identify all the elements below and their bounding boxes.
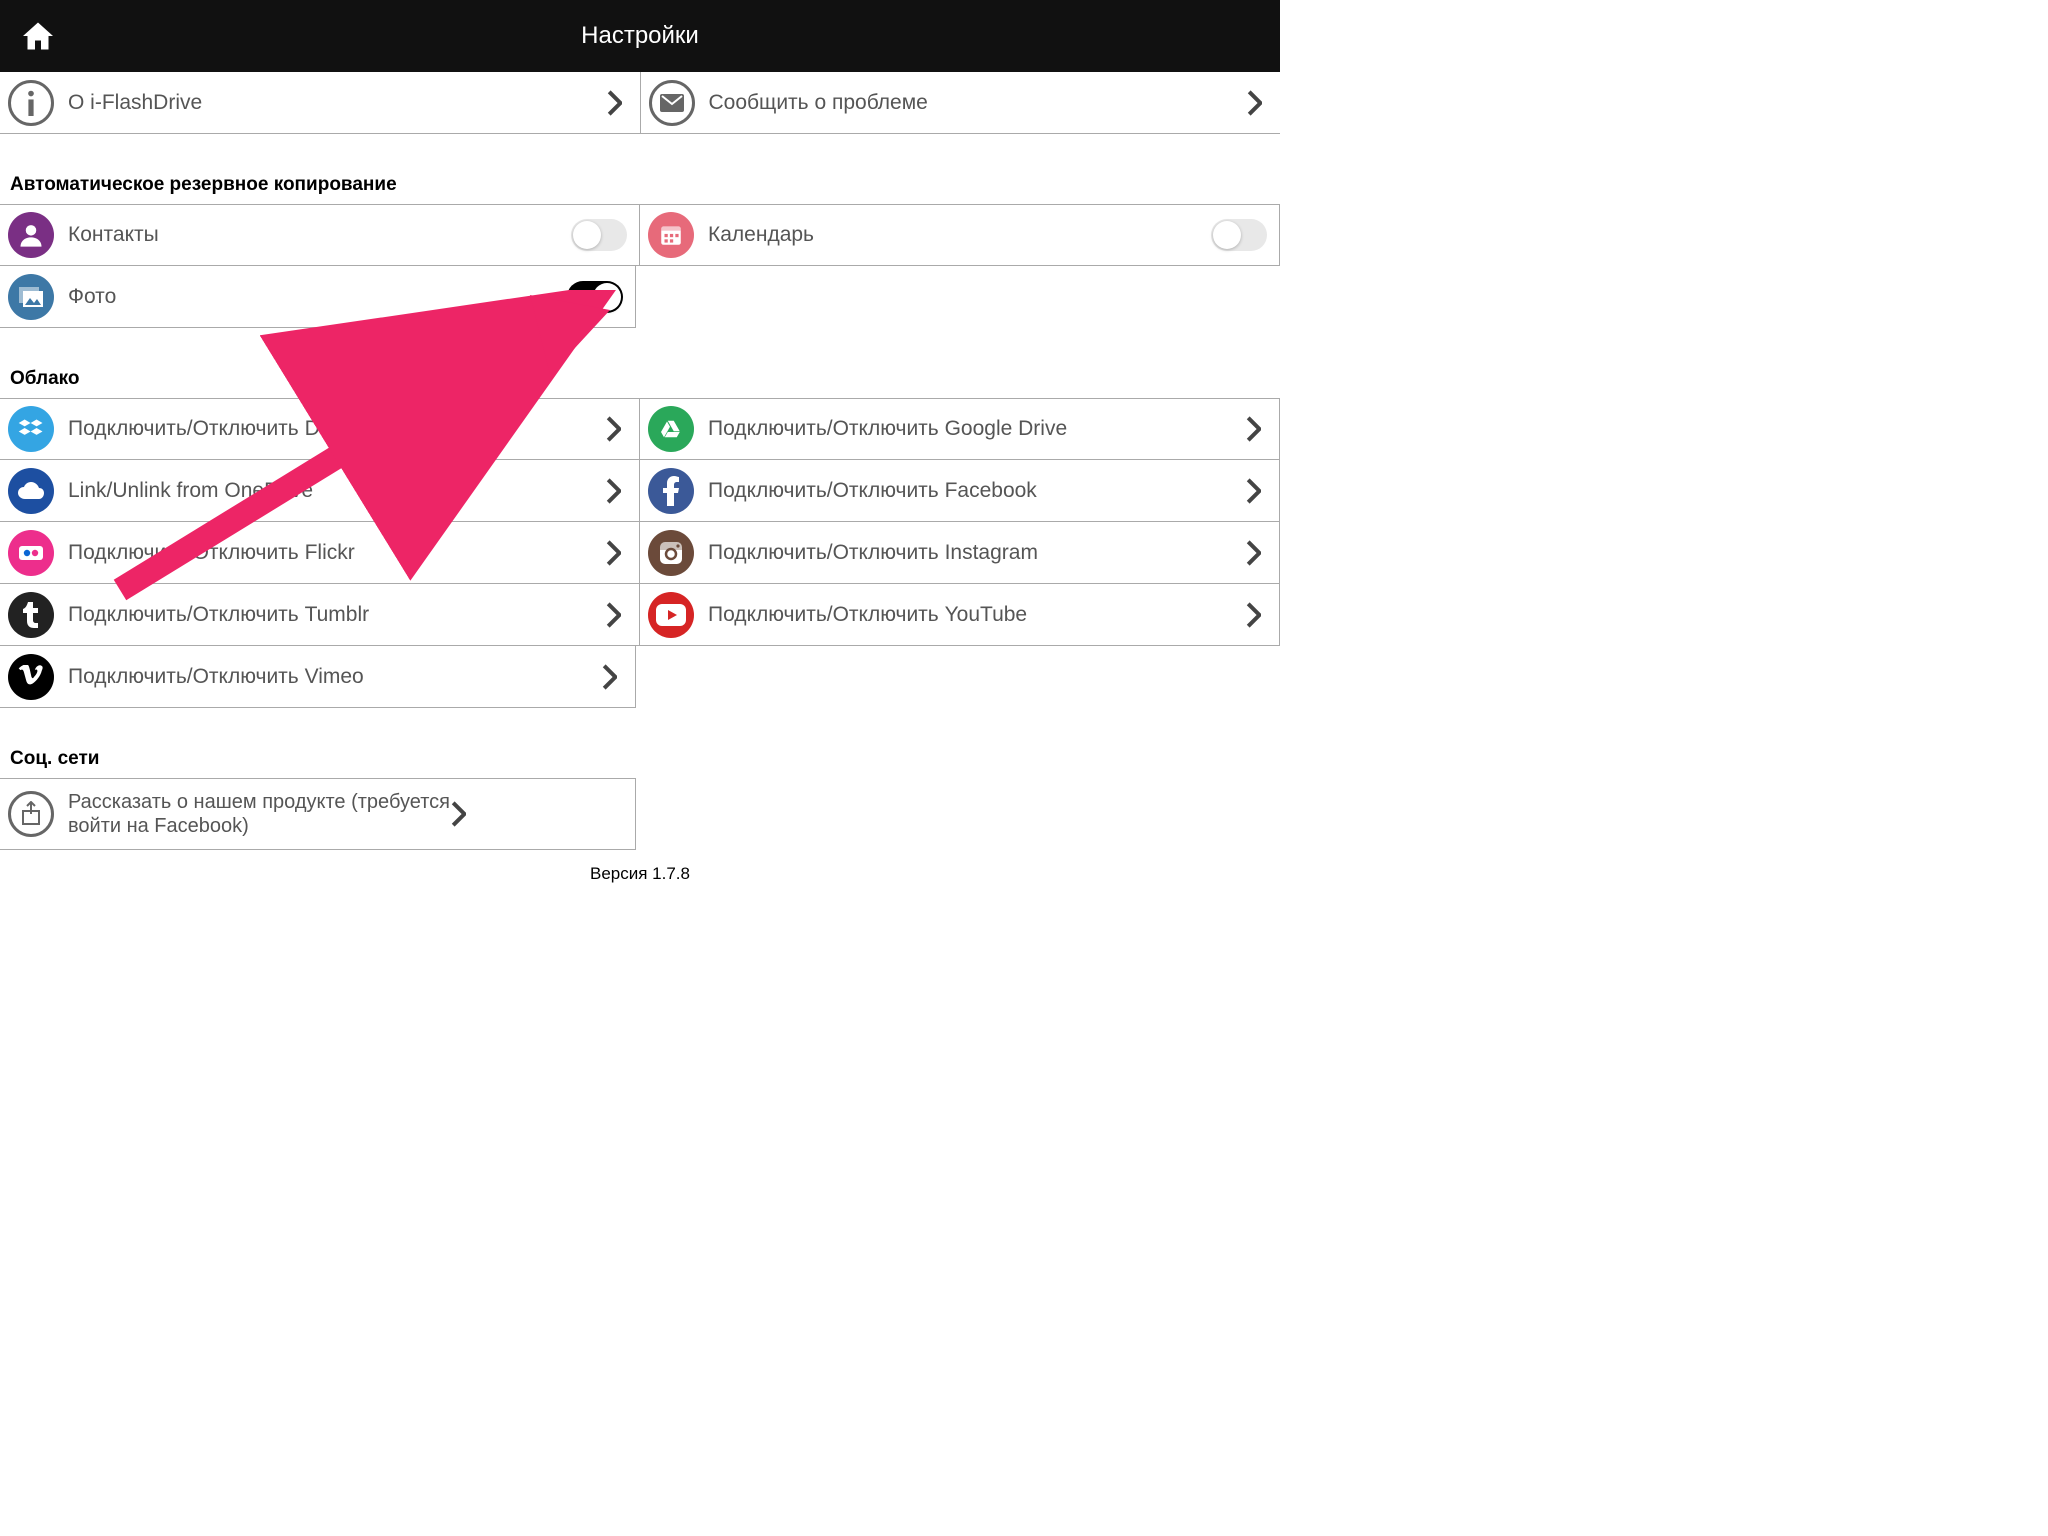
chevron-right-icon: [605, 416, 625, 442]
vimeo-label: Подключить/Отключить Vimeo: [68, 665, 601, 689]
onedrive-icon: [8, 468, 54, 514]
chevron-right-icon: [450, 801, 470, 827]
chevron-right-icon: [1245, 540, 1265, 566]
cloud-youtube-row[interactable]: Подключить/Отключить YouTube: [640, 584, 1280, 646]
chevron-right-icon: [605, 478, 625, 504]
home-button[interactable]: [20, 18, 56, 54]
cloud-tumblr-row[interactable]: Подключить/Отключить Tumblr: [0, 584, 640, 646]
photo-icon: [8, 274, 54, 320]
about-label: О i-FlashDrive: [68, 91, 606, 115]
backup-calendar-row[interactable]: Календарь: [640, 204, 1280, 266]
cloud-onedrive-row[interactable]: Link/Unlink from OneDrive: [0, 460, 640, 522]
flickr-icon: [8, 530, 54, 576]
mail-icon: [649, 80, 695, 126]
vimeo-icon: [8, 654, 54, 700]
facebook-icon: [648, 468, 694, 514]
youtube-label: Подключить/Отключить YouTube: [708, 603, 1245, 627]
facebook-label: Подключить/Отключить Facebook: [708, 479, 1245, 503]
photo-label: Фото: [68, 285, 567, 309]
report-label: Сообщить о проблеме: [709, 91, 1247, 115]
chevron-right-icon: [605, 602, 625, 628]
contacts-toggle[interactable]: [571, 219, 627, 251]
version-label: Версия 1.7.8: [0, 864, 1280, 884]
dropbox-icon: [8, 406, 54, 452]
about-row[interactable]: О i-FlashDrive: [0, 72, 641, 134]
cloud-heading: Облако: [0, 328, 1280, 398]
backup-photo-row[interactable]: Фото: [0, 266, 636, 328]
backup-heading: Автоматическое резервное копирование: [0, 134, 1280, 204]
cloud-vimeo-row[interactable]: Подключить/Отключить Vimeo: [0, 646, 636, 708]
instagram-label: Подключить/Отключить Instagram: [708, 541, 1245, 565]
chevron-right-icon: [606, 90, 626, 116]
header-bar: Настройки: [0, 0, 1280, 72]
instagram-icon: [648, 530, 694, 576]
share-product-row[interactable]: Рассказать о нашем продукте (требуется в…: [0, 778, 636, 850]
contacts-icon: [8, 212, 54, 258]
chevron-right-icon: [1245, 602, 1265, 628]
chevron-right-icon: [1246, 90, 1266, 116]
report-problem-row[interactable]: Сообщить о проблеме: [641, 72, 1281, 134]
gdrive-icon: [648, 406, 694, 452]
flickr-label: Подключить/Отключить Flickr: [68, 541, 605, 565]
cloud-gdrive-row[interactable]: Подключить/Отключить Google Drive: [640, 398, 1280, 460]
photo-toggle[interactable]: [567, 281, 623, 313]
chevron-right-icon: [601, 664, 621, 690]
cloud-flickr-row[interactable]: Подключить/Отключить Flickr: [0, 522, 640, 584]
chevron-right-icon: [1245, 416, 1265, 442]
cloud-dropbox-row[interactable]: Подключить/Отключить Dropbox: [0, 398, 640, 460]
info-icon: [8, 80, 54, 126]
tumblr-icon: [8, 592, 54, 638]
chevron-right-icon: [1245, 478, 1265, 504]
gdrive-label: Подключить/Отключить Google Drive: [708, 417, 1245, 441]
page-title: Настройки: [0, 22, 1280, 50]
social-heading: Соц. сети: [0, 708, 1280, 778]
home-icon: [20, 18, 56, 54]
tumblr-label: Подключить/Отключить Tumblr: [68, 603, 605, 627]
contacts-label: Контакты: [68, 223, 571, 247]
calendar-label: Календарь: [708, 223, 1211, 247]
youtube-icon: [648, 592, 694, 638]
calendar-icon: [648, 212, 694, 258]
share-icon: [8, 791, 54, 837]
onedrive-label: Link/Unlink from OneDrive: [68, 479, 605, 503]
share-label: Рассказать о нашем продукте (требуется в…: [68, 790, 450, 838]
backup-contacts-row[interactable]: Контакты: [0, 204, 640, 266]
dropbox-label: Подключить/Отключить Dropbox: [68, 417, 605, 441]
chevron-right-icon: [605, 540, 625, 566]
cloud-facebook-row[interactable]: Подключить/Отключить Facebook: [640, 460, 1280, 522]
cloud-instagram-row[interactable]: Подключить/Отключить Instagram: [640, 522, 1280, 584]
calendar-toggle[interactable]: [1211, 219, 1267, 251]
